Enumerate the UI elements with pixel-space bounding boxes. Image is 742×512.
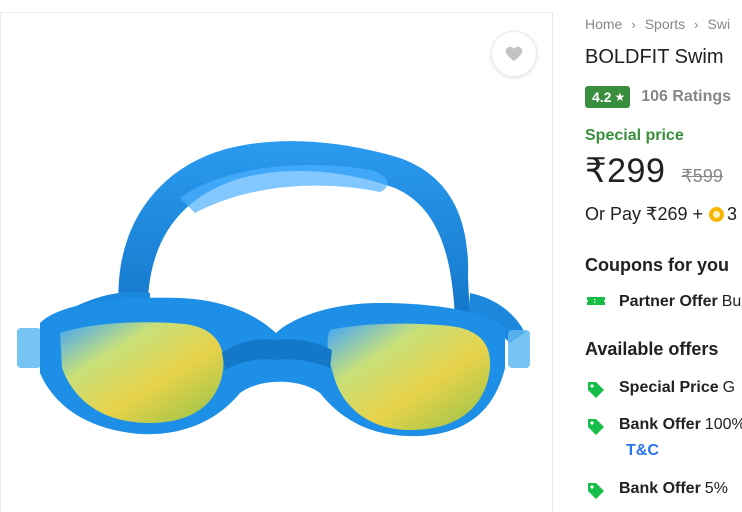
star-icon: ★: [614, 90, 626, 104]
mrp-price: ₹599: [681, 166, 723, 186]
offer-desc: 5%: [704, 480, 728, 497]
price-row: ₹299 ₹599: [585, 151, 723, 191]
offer-kind: Bank Offer: [619, 416, 701, 433]
special-price-label: Special price: [585, 127, 684, 144]
coupon-item: Partner Offer Bu: [585, 293, 741, 311]
coupon-kind: Partner Offer: [619, 293, 718, 310]
offer-desc: G: [722, 379, 736, 396]
offer-item: Special Price G: [585, 379, 735, 400]
supercoin-icon: [709, 207, 725, 222]
coupons-heading: Coupons for you: [585, 255, 729, 275]
or-pay-text: Or Pay ₹269 +: [585, 204, 704, 224]
breadcrumb-home[interactable]: Home: [585, 16, 622, 32]
supercoin-count: 3: [727, 204, 738, 224]
offer-kind: Special Price: [619, 379, 719, 396]
offer-kind: Bank Offer: [619, 480, 701, 497]
chevron-right-icon: ›: [631, 16, 636, 32]
offer-tag-icon: [585, 379, 607, 400]
rating-badge[interactable]: 4.2 ★: [585, 86, 631, 108]
product-image-goggles[interactable]: [0, 118, 553, 458]
ticket-icon: [585, 293, 607, 308]
breadcrumb: Home › Sports › Swi: [585, 16, 730, 32]
breadcrumb-swimming[interactable]: Swi: [708, 16, 731, 32]
product-title: BOLDFIT Swim: [585, 46, 724, 68]
selling-price: ₹299: [585, 152, 666, 190]
ratings-count[interactable]: 106 Ratings: [641, 88, 731, 106]
offer-tag-icon: [585, 480, 607, 501]
breadcrumb-sports[interactable]: Sports: [645, 16, 685, 32]
terms-link[interactable]: T&C: [626, 442, 659, 460]
chevron-right-icon: ›: [694, 16, 699, 32]
heart-icon: [505, 46, 523, 62]
offer-item: Bank Offer 5%: [585, 480, 728, 501]
wishlist-button[interactable]: [491, 31, 537, 77]
rating-value: 4.2: [592, 89, 612, 105]
rating-row: 4.2 ★ 106 Ratings: [585, 86, 731, 108]
offer-tag-icon: [585, 416, 607, 437]
coupon-desc: Bu: [721, 293, 742, 310]
offer-item: Bank Offer 100%: [585, 416, 742, 437]
supercoin-pay-row: Or Pay ₹269 + 3: [585, 204, 737, 225]
offers-heading: Available offers: [585, 339, 719, 359]
offer-desc: 100%: [704, 416, 742, 433]
